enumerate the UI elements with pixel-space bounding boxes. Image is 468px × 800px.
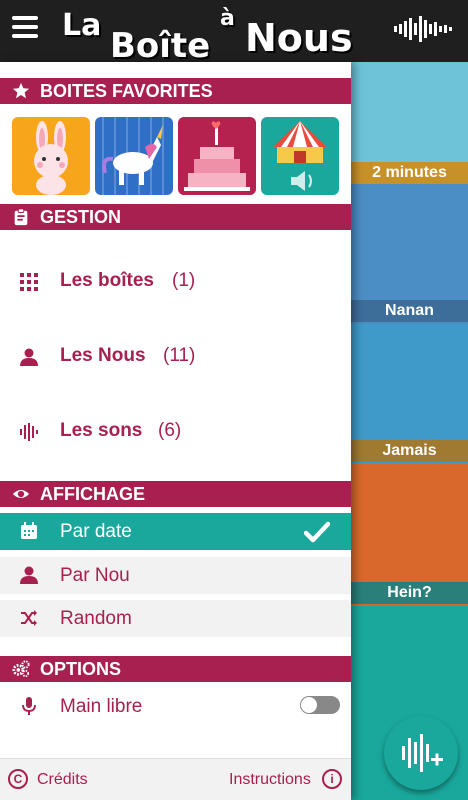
toggle-knob [301, 697, 317, 713]
logo-word-nous: Nous [245, 16, 353, 60]
favorite-box-circus[interactable] [261, 117, 339, 195]
checkmark-icon [304, 521, 330, 543]
favorite-box-bunny[interactable] [12, 117, 90, 195]
favorites-title: BOITES FAVORITES [40, 81, 213, 101]
navigation-drawer: BOITES FAVORITES GESTION Les boîtes (1) … [0, 62, 351, 800]
option-hands-free: Main libre [0, 688, 351, 725]
menu-item-nous[interactable]: Les Nous (11) [0, 337, 351, 377]
favorites-header: BOITES FAVORITES [0, 78, 351, 104]
instructions-link[interactable]: Instructions [229, 771, 311, 789]
credits-link[interactable]: Crédits [37, 771, 88, 789]
copyright-icon: C [8, 769, 28, 789]
menu-item-count: (6) [158, 420, 182, 441]
management-header: GESTION [0, 204, 351, 230]
add-sound-button[interactable] [384, 716, 458, 790]
add-sound-icon [402, 734, 443, 772]
character-rail: Love 2 minutes Nanan Jamais [351, 62, 468, 800]
app-logo: La Boîte à Nous [60, 2, 370, 66]
management-title: GESTION [40, 207, 122, 227]
unicorn-icon [102, 117, 164, 195]
gears-icon [12, 660, 30, 678]
bunny-icon [34, 121, 68, 195]
sort-option-by-nou[interactable]: Par Nou [0, 557, 351, 594]
option-label: Main libre [60, 696, 143, 717]
top-bar: La Boîte à Nous [0, 0, 468, 66]
favorite-box-cake[interactable] [178, 117, 256, 195]
menu-item-count: (1) [172, 270, 196, 291]
menu-item-boxes[interactable]: Les boîtes (1) [0, 262, 351, 302]
sort-option-random[interactable]: Random [0, 600, 351, 637]
character-label: Nanan [351, 300, 468, 322]
menu-item-count: (11) [163, 345, 196, 366]
clipboard-icon [14, 208, 28, 226]
logo-word-la: La [62, 8, 102, 43]
favorite-box-unicorn[interactable] [95, 117, 173, 195]
drawer-footer: C Crédits Instructions i [0, 758, 351, 800]
menu-item-label: Les boîtes [60, 270, 154, 291]
hands-free-toggle[interactable] [300, 696, 340, 714]
grid-icon [20, 273, 38, 291]
menu-item-label: Les sons [60, 420, 143, 441]
options-title: OPTIONS [40, 659, 122, 679]
sort-option-label: Par Nou [60, 565, 130, 586]
character-card[interactable]: Nanan [351, 184, 468, 324]
person-icon [20, 348, 38, 366]
logo-word-a: à [220, 6, 235, 31]
hamburger-icon[interactable] [12, 16, 38, 38]
menu-item-sounds[interactable]: Les sons (6) [0, 412, 351, 452]
circus-icon [273, 121, 327, 191]
character-card[interactable]: Jamais [351, 324, 468, 464]
logo-word-boite: Boîte [110, 26, 211, 66]
shuffle-icon [21, 610, 37, 626]
options-header: OPTIONS [0, 656, 351, 682]
display-title: AFFICHAGE [40, 484, 145, 504]
character-label: Jamais [351, 440, 468, 462]
star-icon [12, 82, 30, 99]
waveform-icon [20, 423, 38, 441]
character-card[interactable]: 1+1=2 Hein? [351, 464, 468, 606]
character-label: Hein? [351, 582, 468, 604]
display-header: AFFICHAGE [0, 481, 351, 507]
character-label: 2 minutes [351, 162, 468, 184]
calendar-icon [21, 522, 37, 539]
sort-option-label: Random [60, 608, 132, 629]
waveform-icon[interactable] [394, 14, 454, 44]
eye-icon [12, 489, 30, 499]
cake-icon [184, 121, 250, 191]
character-card[interactable]: Love 2 minutes [351, 62, 468, 184]
microphone-icon [22, 697, 36, 715]
person-icon [20, 566, 38, 584]
sort-option-label: Par date [60, 521, 132, 542]
menu-item-label: Les Nous [60, 345, 146, 366]
info-icon[interactable]: i [322, 769, 342, 789]
sort-option-by-date[interactable]: Par date [0, 513, 351, 550]
